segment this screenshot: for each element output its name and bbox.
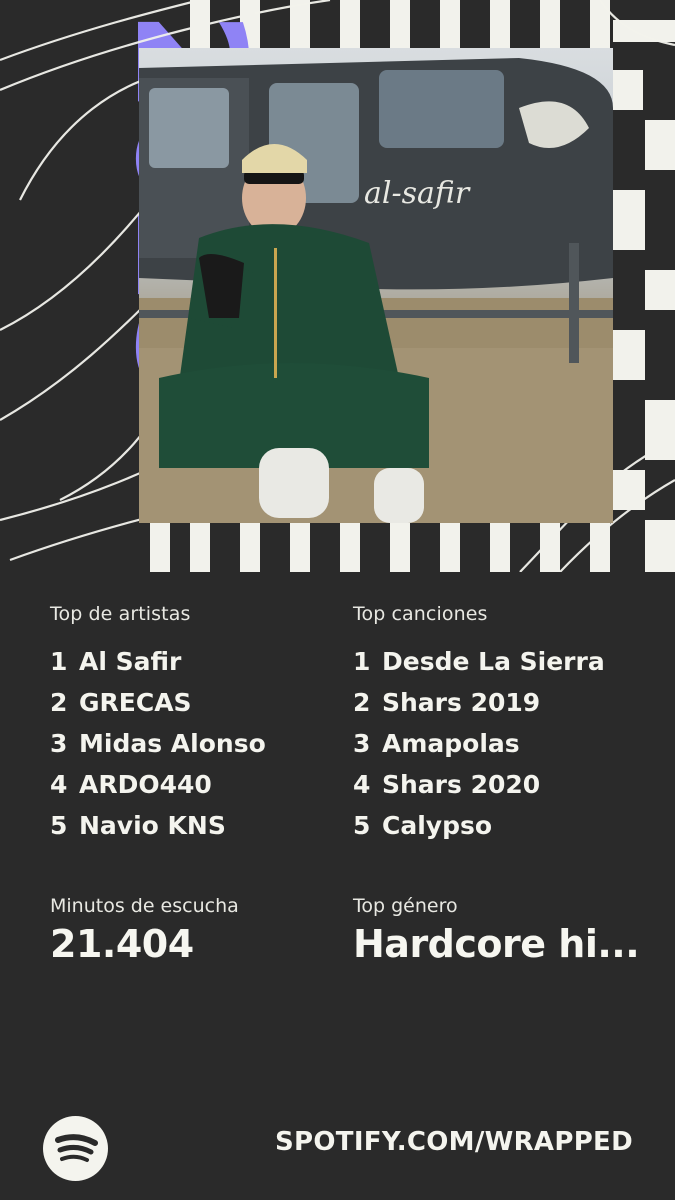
artist-name: Al Safir xyxy=(79,647,182,676)
song-name: Shars 2019 xyxy=(382,688,541,717)
header-art: 2025 xyxy=(0,0,675,572)
artist-name: ARDO440 xyxy=(79,770,212,799)
spotify-logo-graphic xyxy=(55,1134,98,1162)
rank-number: 5 xyxy=(353,811,371,840)
top-songs-heading: Top canciones xyxy=(353,603,488,625)
list-item: 3 Midas Alonso xyxy=(50,723,266,764)
song-name: Desde La Sierra xyxy=(382,647,605,676)
genre-label: Top género xyxy=(353,895,458,917)
minutes-value: 21.404 xyxy=(50,922,194,966)
list-item: 2 GRECAS xyxy=(50,682,266,723)
spotify-logo-icon[interactable] xyxy=(43,1116,108,1181)
genre-value: Hardcore hi... xyxy=(353,922,640,966)
song-name: Amapolas xyxy=(382,729,520,758)
top-artists-list: 1 Al Safir 2 GRECAS 3 Midas Alonso 4 ARDO440… xyxy=(50,641,266,846)
wrapped-url-link[interactable]: SPOTIFY.COM/WRAPPED xyxy=(275,1127,633,1157)
list-item: 2 Shars 2019 xyxy=(353,682,605,723)
artist-name: Navio KNS xyxy=(79,811,226,840)
list-item: 5 Navio KNS xyxy=(50,805,266,846)
list-item: 3 Amapolas xyxy=(353,723,605,764)
rank-number: 4 xyxy=(353,770,371,799)
song-name: Calypso xyxy=(382,811,493,840)
helicopter-lettering: al-safir xyxy=(364,176,471,211)
list-item: 1 Al Safir xyxy=(50,641,266,682)
list-item: 1 Desde La Sierra xyxy=(353,641,605,682)
list-item: 5 Calypso xyxy=(353,805,605,846)
artist-name: GRECAS xyxy=(79,688,192,717)
rank-number: 1 xyxy=(50,647,68,676)
photo-illustration: al-safir xyxy=(139,58,613,523)
top-songs-list: 1 Desde La Sierra 2 Shars 2019 3 Amapolas 4… xyxy=(353,641,605,846)
list-item: 4 ARDO440 xyxy=(50,764,266,805)
rank-number: 3 xyxy=(50,729,68,758)
rank-number: 1 xyxy=(353,647,371,676)
rank-number: 4 xyxy=(50,770,68,799)
minutes-label: Minutos de escucha xyxy=(50,895,239,917)
song-name: Shars 2020 xyxy=(382,770,541,799)
rank-number: 3 xyxy=(353,729,371,758)
rank-number: 2 xyxy=(353,688,371,717)
artist-name: Midas Alonso xyxy=(79,729,266,758)
wrapped-card: 2025 xyxy=(0,0,675,1200)
rank-number: 2 xyxy=(50,688,68,717)
list-item: 4 Shars 2020 xyxy=(353,764,605,805)
rank-number: 5 xyxy=(50,811,68,840)
artist-photo: al-safir xyxy=(139,48,613,523)
top-artists-heading: Top de artistas xyxy=(50,603,191,625)
